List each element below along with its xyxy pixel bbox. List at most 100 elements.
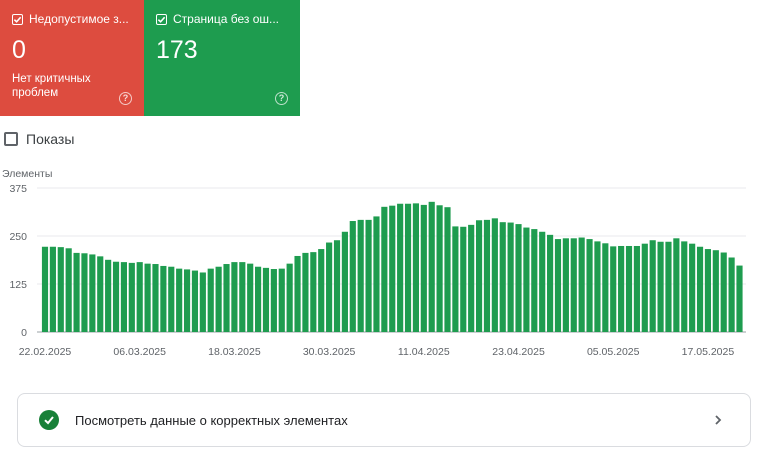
- y-tick-label: 375: [9, 183, 27, 195]
- chart-bar: [105, 259, 112, 332]
- check-circle-icon: [39, 410, 59, 430]
- x-tick-label: 17.05.2025: [682, 346, 735, 358]
- chart-bar: [586, 239, 593, 332]
- view-valid-elements-label: Посмотреть данные о корректных элементах: [75, 412, 348, 428]
- chart-bar: [373, 216, 380, 332]
- chart-bar: [404, 203, 412, 332]
- chart-bar: [49, 246, 56, 332]
- chart-bar: [294, 255, 301, 332]
- chart-bar: [239, 262, 246, 332]
- chart-bar: [436, 205, 443, 332]
- chart-bar: [247, 263, 254, 332]
- chart-bar: [594, 241, 601, 332]
- chart-bar: [397, 203, 404, 332]
- chart-bar: [554, 239, 562, 332]
- impressions-label: Показы: [26, 131, 75, 147]
- chart-bar: [381, 206, 388, 332]
- chart-bar: [341, 231, 348, 332]
- chart-bar: [168, 266, 175, 332]
- chart-bar: [515, 224, 522, 332]
- chart-bar: [689, 243, 696, 332]
- chart-bar: [523, 227, 530, 332]
- chart-bar: [696, 246, 704, 332]
- chart-bar: [262, 267, 270, 332]
- card-header: Страница без ош...: [156, 12, 288, 26]
- chart-bar: [641, 243, 648, 332]
- x-tick-label: 23.04.2025: [492, 346, 545, 358]
- chart-bar: [681, 241, 688, 332]
- view-valid-elements-row[interactable]: Посмотреть данные о корректных элементах: [17, 393, 751, 447]
- y-tick-label: 0: [21, 327, 27, 339]
- checkbox-checked-icon[interactable]: [156, 13, 167, 25]
- chart-bar: [460, 226, 467, 332]
- help-icon[interactable]: ?: [119, 92, 132, 105]
- chart-bar: [444, 207, 451, 332]
- card-title: Страница без ош...: [173, 12, 280, 26]
- chart-bar: [562, 238, 569, 332]
- chart-bar: [231, 262, 238, 332]
- chart-bar: [97, 256, 104, 332]
- chart-bar: [207, 268, 214, 332]
- chart-bar: [610, 246, 617, 332]
- chart-bar: [112, 261, 120, 332]
- chevron-right-icon[interactable]: [712, 414, 724, 426]
- chart-bar: [144, 263, 151, 332]
- chart-bar: [412, 203, 420, 332]
- chart-bar: [199, 272, 206, 332]
- chart-bar: [310, 252, 317, 332]
- chart-bar: [349, 221, 356, 332]
- chart-bar: [468, 224, 475, 332]
- chart-bar: [499, 222, 506, 332]
- chart-bar: [120, 262, 127, 332]
- checkbox-unchecked-icon[interactable]: [4, 132, 18, 146]
- invalid-elements-card[interactable]: Недопустимое з... 0 Нет критичных пробле…: [0, 0, 144, 116]
- chart-bar: [326, 242, 333, 332]
- chart-bar: [428, 201, 435, 332]
- chart-bar: [176, 268, 183, 332]
- chart-bar: [215, 266, 222, 332]
- checkbox-checked-icon[interactable]: [12, 13, 23, 25]
- chart-bar: [89, 254, 96, 332]
- chart-bar: [357, 219, 364, 332]
- chart-bar: [286, 263, 293, 332]
- chart-bar: [507, 222, 514, 332]
- card-count: 173: [156, 36, 198, 64]
- chart-bar: [673, 238, 680, 332]
- card-count: 0: [12, 36, 26, 64]
- x-tick-label: 05.05.2025: [587, 346, 640, 358]
- card-title: Недопустимое з...: [29, 12, 129, 26]
- chart-bar: [531, 229, 538, 332]
- chart-bar: [223, 264, 230, 332]
- chart-bar: [657, 241, 664, 332]
- x-tick-label: 30.03.2025: [303, 346, 356, 358]
- valid-pages-card[interactable]: Страница без ош... 173 ?: [144, 0, 300, 116]
- chart-bar: [183, 269, 191, 332]
- chart-bar: [625, 245, 633, 332]
- y-tick-label: 125: [9, 279, 27, 291]
- chart-bar: [602, 243, 609, 332]
- chart-bar: [491, 218, 498, 332]
- chart-bar: [578, 237, 585, 332]
- chart-bar: [728, 257, 735, 332]
- chart-bar: [570, 238, 577, 332]
- chart-bar: [255, 266, 262, 332]
- chart-bar: [73, 252, 80, 332]
- x-tick-label: 22.02.2025: [19, 346, 72, 358]
- help-icon[interactable]: ?: [275, 92, 288, 105]
- chart-bar: [160, 265, 167, 332]
- chart-bar: [547, 234, 554, 332]
- chart-bar: [302, 252, 309, 332]
- chart-bar: [704, 249, 712, 332]
- x-tick-label: 11.04.2025: [398, 346, 450, 358]
- chart-bar: [389, 205, 396, 332]
- chart-bar: [420, 204, 427, 332]
- card-header: Недопустимое з...: [12, 12, 132, 26]
- chart-bar: [41, 246, 49, 332]
- x-tick-label: 18.03.2025: [208, 346, 261, 358]
- chart-bar: [57, 247, 64, 332]
- chart-bar: [65, 248, 72, 332]
- impressions-toggle[interactable]: Показы: [4, 131, 74, 147]
- chart-bar: [452, 226, 459, 332]
- chart-bar: [475, 220, 483, 332]
- chart-bar: [136, 262, 143, 332]
